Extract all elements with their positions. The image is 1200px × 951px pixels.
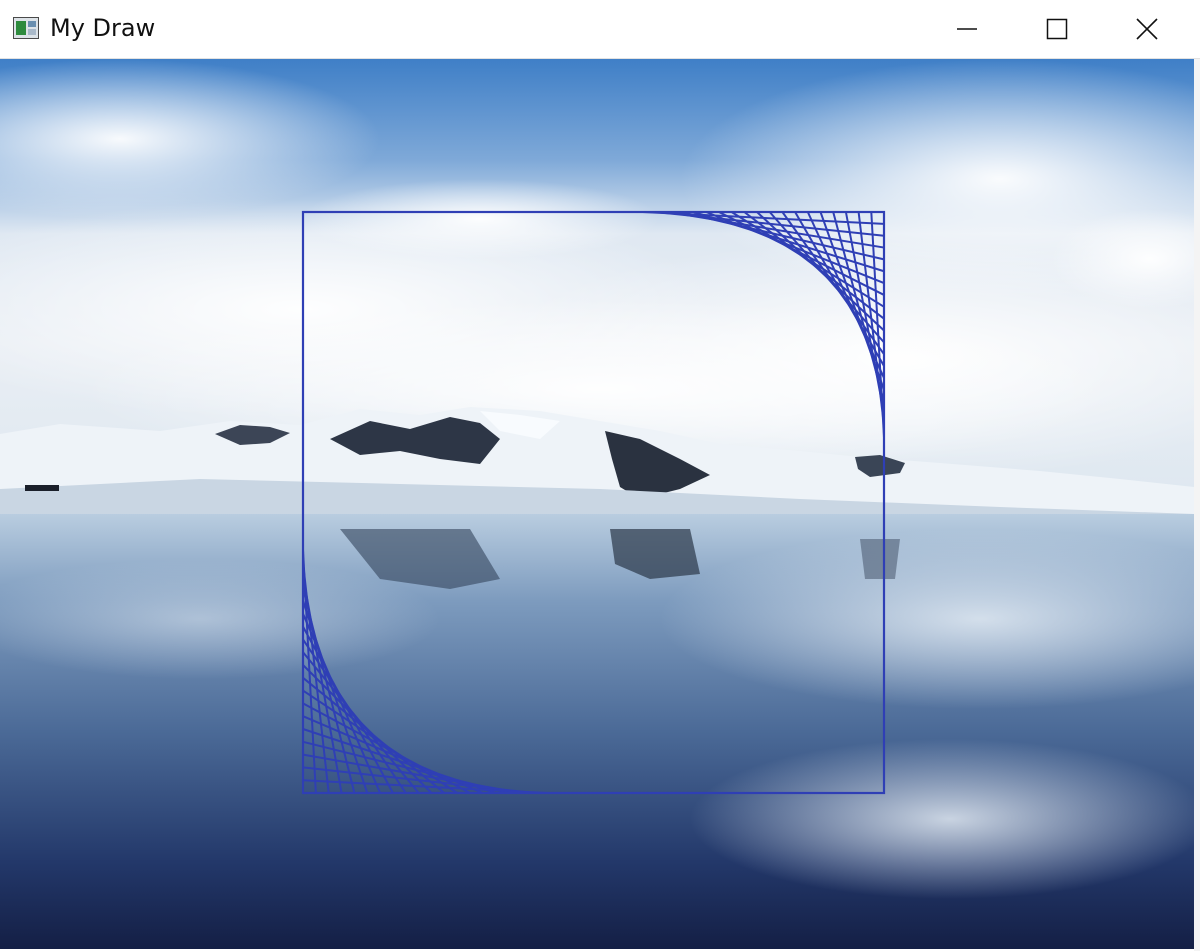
background-photo (0, 59, 1194, 949)
window-title: My Draw (50, 14, 156, 42)
close-button[interactable] (1102, 0, 1192, 58)
drawing-canvas[interactable] (0, 59, 1194, 949)
window-border (1194, 59, 1200, 951)
minimize-icon (957, 28, 977, 30)
minimize-button[interactable] (922, 0, 1012, 58)
maximize-icon (1046, 18, 1068, 40)
maximize-button[interactable] (1012, 0, 1102, 58)
app-window: My Draw (0, 0, 1200, 951)
close-icon (1136, 18, 1158, 40)
app-icon (13, 17, 39, 39)
title-bar[interactable]: My Draw (0, 0, 1200, 59)
